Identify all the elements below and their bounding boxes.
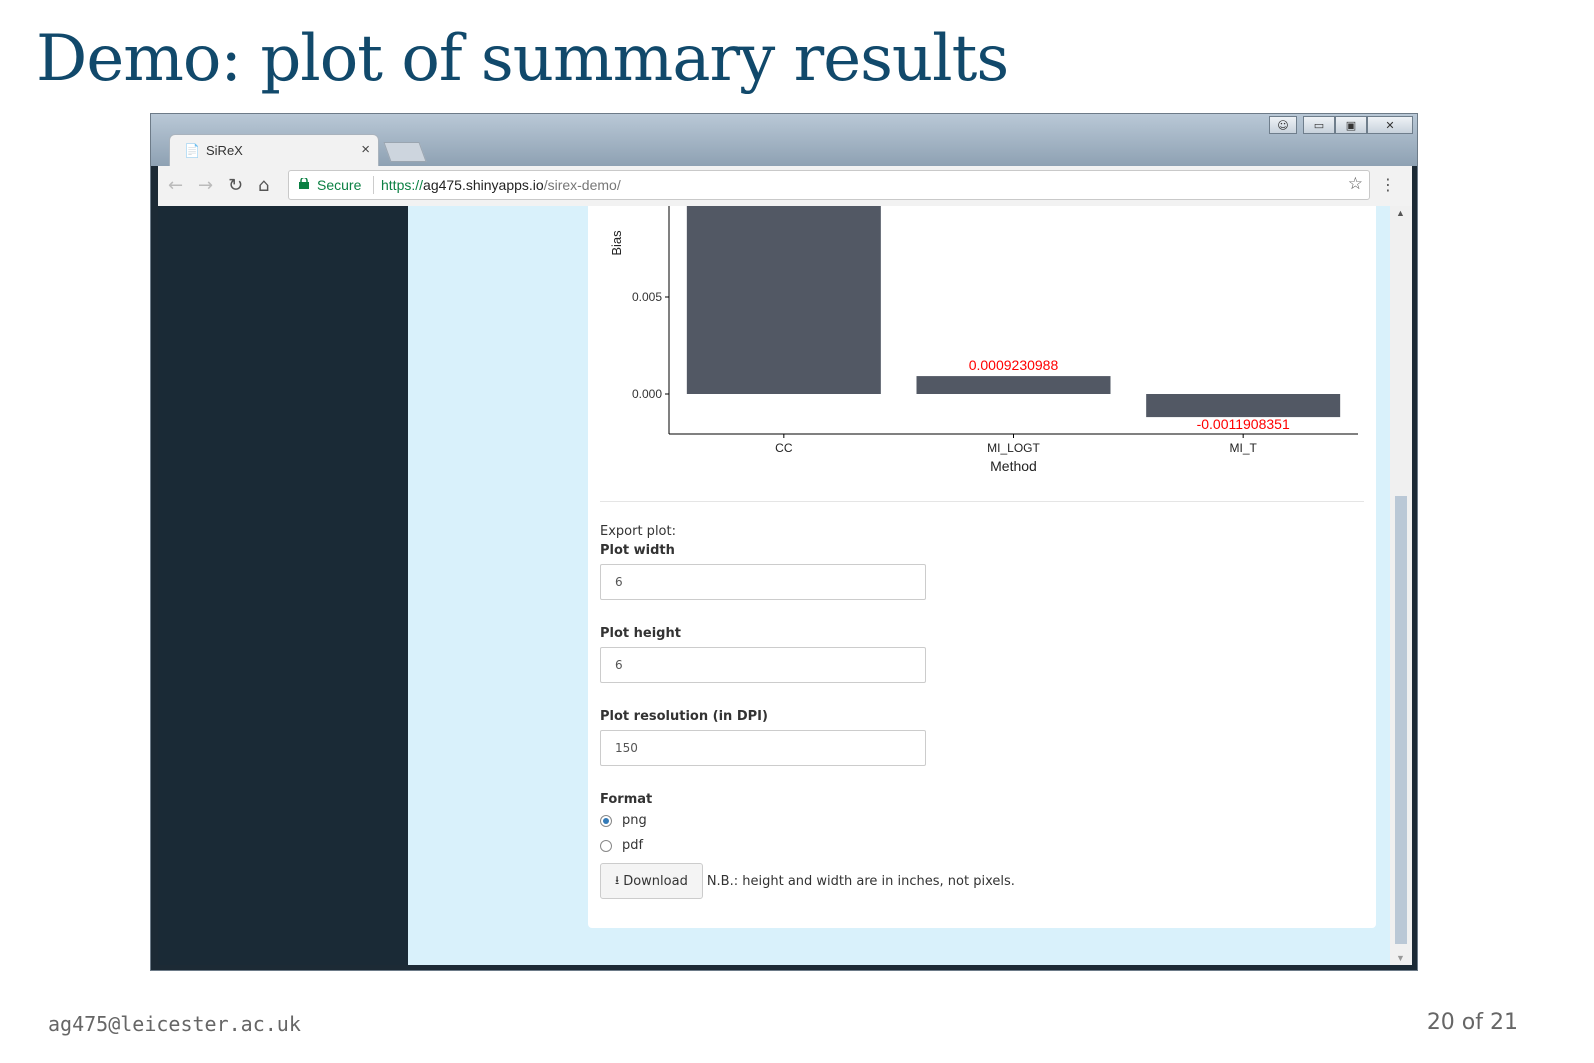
url-path: /sirex-demo/ (543, 177, 621, 193)
plot-width-label: Plot width (600, 543, 675, 558)
new-tab-button[interactable] (383, 142, 427, 162)
bias-bar-chart: 0.000 0.005 Bias CC MI_LOGT 0.0009230988 MI_T -… (609, 206, 1358, 474)
scroll-down-icon[interactable]: ▼ (1396, 953, 1405, 963)
format-pdf-label: pdf (622, 838, 644, 853)
plot-resolution-input[interactable] (600, 730, 926, 766)
menu-icon[interactable]: ⋮ (1380, 175, 1396, 194)
maximize-button[interactable]: ▣ (1335, 116, 1367, 134)
download-icon: ⭳ (615, 872, 620, 887)
footer-email: ag475@leicester.ac.uk (48, 1012, 301, 1036)
plot-resolution-label: Plot resolution (in DPI) (600, 709, 768, 724)
back-icon[interactable]: ← (168, 175, 183, 196)
page-number: 20 of 21 (1426, 1010, 1518, 1035)
scroll-up-icon[interactable]: ▲ (1396, 208, 1405, 218)
x-axis-title: Method (990, 458, 1037, 474)
reload-icon[interactable]: ↻ (228, 175, 243, 196)
minimize-button[interactable]: ▭ (1303, 116, 1335, 134)
export-form: Export plot: Plot width Plot height Plot… (600, 524, 1015, 899)
close-tab-icon[interactable]: × (361, 141, 370, 158)
app-sidebar (158, 206, 408, 965)
page-viewport: 0.000 0.005 Bias CC MI_LOGT 0.0009230988 MI_T -… (158, 206, 1412, 965)
plot-height-input[interactable] (600, 647, 926, 683)
browser-window: ☺ ▭ ▣ ✕ 📄 SiReX × ← → ↻ ⌂ Secure https:/… (150, 113, 1418, 971)
scroll-thumb[interactable] (1395, 496, 1407, 944)
download-label: Download (623, 873, 688, 889)
window-controls: ☺ ▭ ▣ ✕ (1269, 116, 1413, 134)
address-bar[interactable]: Secure https://ag475.shinyapps.io/sirex-… (288, 170, 1370, 200)
bar-mi_t (1146, 394, 1341, 418)
url-text: https://ag475.shinyapps.io/sirex-demo/ (381, 177, 621, 193)
address-separator (373, 176, 374, 194)
radio-png[interactable] (600, 814, 612, 827)
plot-height-label: Plot height (600, 626, 681, 641)
section-divider (600, 501, 1364, 502)
bar-mi_logt (916, 376, 1111, 394)
bar-cc (686, 206, 881, 394)
data-label: -0.0011908351 (1197, 416, 1290, 432)
format-option-png[interactable]: png (600, 813, 1015, 828)
y-axis-title: Bias (609, 230, 624, 256)
vertical-scrollbar[interactable]: ▲ ▼ (1390, 206, 1412, 965)
radio-pdf[interactable] (600, 839, 612, 852)
x-tick-label: CC (775, 441, 793, 455)
home-icon[interactable]: ⌂ (258, 175, 269, 196)
browser-toolbar: ← → ↻ ⌂ Secure https://ag475.shinyapps.i… (158, 166, 1412, 207)
data-label: 0.0009230988 (969, 357, 1059, 373)
export-plot-label: Export plot: (600, 524, 676, 539)
x-tick-label: MI_T (1229, 441, 1257, 455)
forward-icon[interactable]: → (198, 175, 213, 196)
url-host: ag475.shinyapps.io (423, 177, 544, 193)
download-button[interactable]: ⭳ Download (600, 863, 703, 899)
slide-title: Demo: plot of summary results (36, 22, 1009, 96)
bookmark-star-icon[interactable]: ☆ (1348, 174, 1363, 194)
tab-sirex[interactable]: 📄 SiReX × (169, 134, 379, 166)
format-png-label: png (622, 813, 647, 828)
x-tick-label: MI_LOGT (987, 441, 1040, 455)
close-window-button[interactable]: ✕ (1367, 116, 1413, 134)
tab-title: SiReX (206, 143, 243, 158)
units-note: N.B.: height and width are in inches, no… (706, 873, 1015, 889)
user-icon[interactable]: ☺ (1269, 116, 1297, 134)
format-option-pdf[interactable]: pdf (600, 838, 1015, 853)
main-panel: 0.000 0.005 Bias CC MI_LOGT 0.0009230988 MI_T -… (588, 206, 1376, 928)
lock-icon (299, 178, 309, 189)
download-row: ⭳ Download N.B.: height and width are in… (600, 863, 1015, 899)
secure-label: Secure (317, 177, 362, 193)
page-icon: 📄 (184, 143, 201, 158)
plot-width-input[interactable] (600, 564, 926, 600)
format-label: Format (600, 792, 653, 807)
y-tick-label: 0.000 (632, 387, 662, 401)
y-tick-label: 0.005 (632, 290, 662, 304)
url-scheme: https:// (381, 177, 424, 193)
title-bar: ☺ ▭ ▣ ✕ 📄 SiReX × (151, 114, 1417, 166)
